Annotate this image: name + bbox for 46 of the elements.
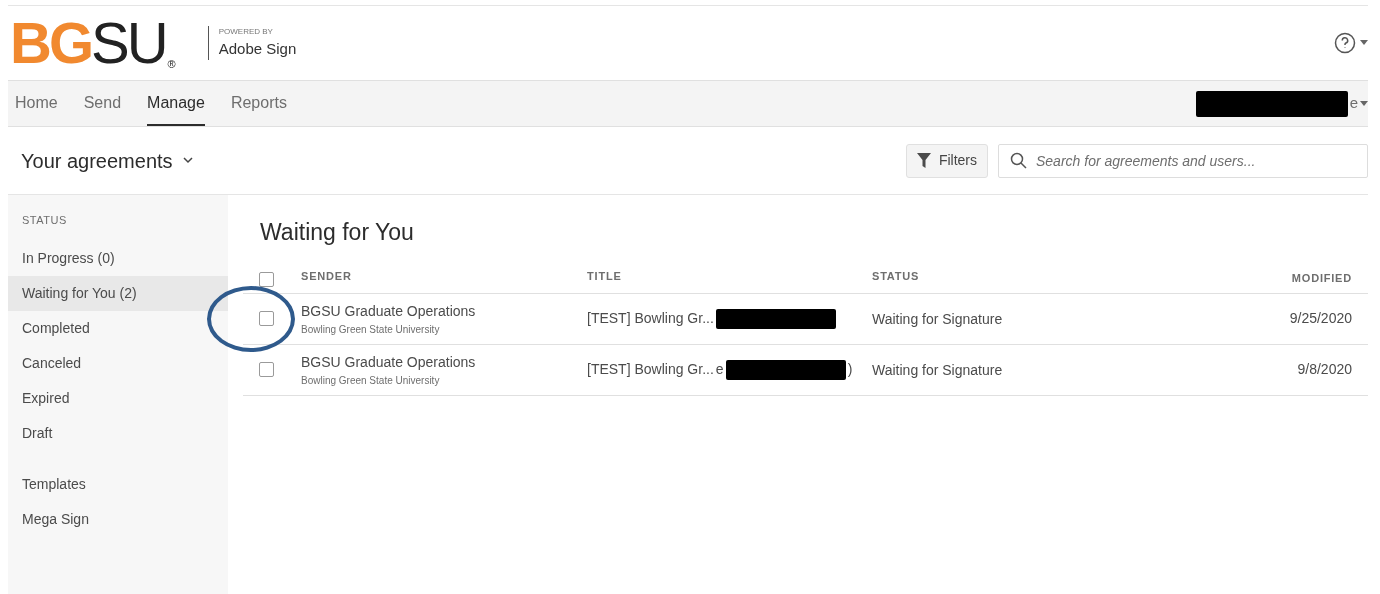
checkbox[interactable] [259, 271, 274, 287]
nav-tab[interactable]: Reports [230, 81, 287, 126]
search-field[interactable]: Search for agreements and users... [998, 143, 1368, 178]
agreement-title[interactable]: [TEST] Bowling Gr... [587, 308, 714, 329]
page-title[interactable]: Your agreements [21, 145, 173, 176]
column-header[interactable]: MODIFIED [1291, 270, 1352, 287]
sidebar-item[interactable]: Draft [8, 415, 228, 451]
sidebar-item[interactable]: Expired [8, 380, 228, 416]
section-title: Waiting for You [259, 218, 415, 247]
status-text: Waiting for Signature [872, 361, 1003, 378]
sidebar-item[interactable]: Canceled [8, 345, 228, 381]
title-fragment: e [715, 360, 724, 379]
modified-date: 9/8/2020 [1297, 360, 1352, 379]
agreement-title[interactable]: [TEST] Bowling Gr... [587, 359, 714, 380]
sidebar-item[interactable]: In Progress (0) [8, 240, 228, 276]
checkbox[interactable] [259, 362, 274, 377]
sidebar-item[interactable]: Completed [8, 310, 228, 346]
nav-tab[interactable]: Send [83, 81, 122, 126]
filters-button[interactable]: Filters [905, 143, 988, 178]
filter-icon [916, 153, 931, 168]
status-text: Waiting for Signature [872, 310, 1003, 327]
chevron-down-icon[interactable] [182, 157, 193, 164]
caret-icon[interactable] [1360, 100, 1368, 107]
column-header[interactable]: STATUS [872, 269, 920, 282]
sidebar-item[interactable]: Templates [8, 466, 228, 502]
checkbox[interactable] [259, 311, 274, 326]
user-menu[interactable]: e [1349, 92, 1358, 115]
caret-icon[interactable] [1360, 40, 1368, 46]
powered-by-caption: POWERED BY [218, 25, 274, 38]
sidebar-item[interactable]: Waiting for You (2) [8, 275, 228, 311]
help-icon[interactable] [1334, 32, 1356, 54]
sender-name: BGSU Graduate Operations [301, 301, 476, 321]
column-header[interactable]: SENDER [301, 269, 352, 282]
sender-organization: Bowling Green State University [301, 373, 440, 388]
nav-tab[interactable]: Home [15, 81, 58, 126]
title-fragment: ) [847, 360, 853, 379]
sidebar-heading: STATUS [21, 213, 68, 228]
nav-tab[interactable]: Manage [147, 81, 205, 126]
sender-organization: Bowling Green State University [301, 322, 440, 337]
sidebar-item[interactable]: Mega Sign [8, 501, 228, 537]
product-name: Adobe Sign [218, 38, 297, 59]
column-header[interactable]: TITLE [587, 269, 622, 282]
search-icon [1010, 151, 1027, 169]
logo: BGSU® [9, 14, 176, 72]
modified-date: 9/25/2020 [1289, 309, 1352, 328]
sender-name: BGSU Graduate Operations [301, 352, 476, 372]
